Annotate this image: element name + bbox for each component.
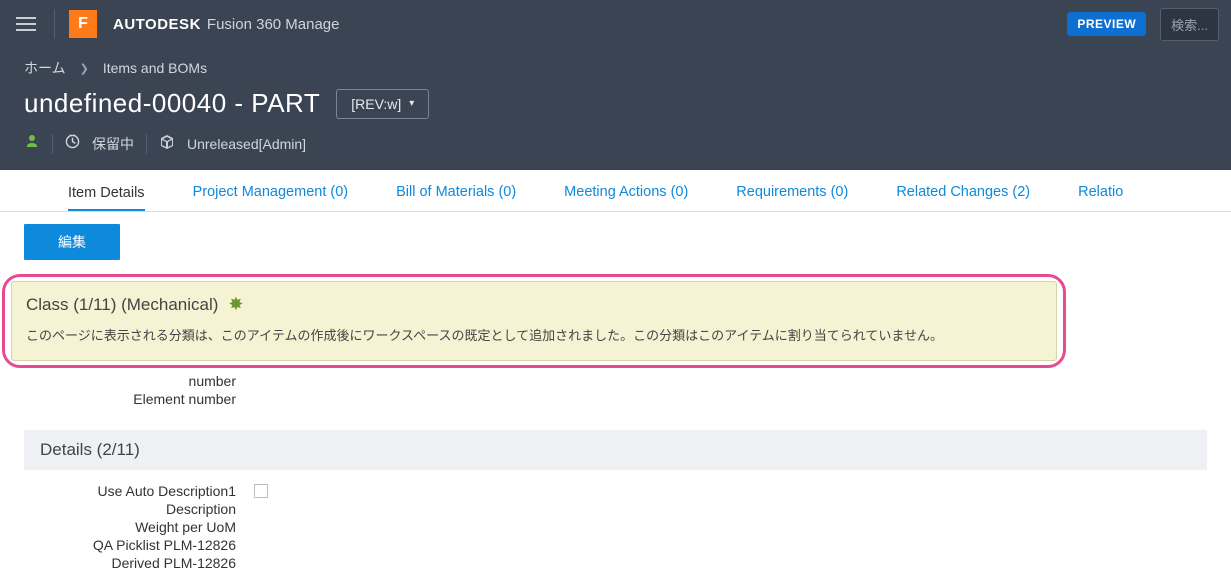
hamburger-menu-button[interactable] (12, 11, 40, 37)
revision-dropdown[interactable]: [REV:w] ▾ (336, 89, 429, 119)
brand-product: Fusion 360 Manage (207, 16, 340, 33)
tab-project-management[interactable]: Project Management (0) (193, 174, 349, 211)
class-section-panel: Class (1/11) (Mechanical) ✸ このページに表示される分… (11, 281, 1057, 361)
orphan-field-list: number Element number (24, 372, 1207, 408)
chevron-down-icon: ▾ (409, 98, 414, 109)
field-row: Use Auto Description1 (24, 482, 1207, 500)
field-label-number: number (24, 373, 244, 389)
divider (146, 134, 147, 154)
class-section-title: Class (1/11) (Mechanical) (26, 295, 218, 315)
details-section-header: Details (2/11) (24, 430, 1207, 470)
chevron-right-icon: ❯ (80, 62, 89, 75)
tab-requirements[interactable]: Requirements (0) (736, 174, 848, 211)
user-status-icon (24, 133, 40, 154)
field-label-use-auto-desc: Use Auto Description1 (24, 483, 244, 499)
tab-bill-of-materials[interactable]: Bill of Materials (0) (396, 174, 516, 211)
field-label-qa-picklist: QA Picklist PLM-12826 (24, 537, 244, 553)
edit-button[interactable]: 編集 (24, 224, 120, 260)
tab-item-details[interactable]: Item Details (68, 175, 145, 212)
package-icon (159, 134, 175, 154)
pending-label: 保留中 (92, 134, 134, 154)
fusion-logo-icon: F (69, 10, 97, 38)
divider (54, 9, 55, 39)
revision-label: [REV:w] (351, 96, 401, 112)
divider (52, 134, 53, 154)
field-row: Derived PLM-12826 (24, 554, 1207, 572)
tab-relationships[interactable]: Relatio (1078, 174, 1123, 211)
brand-label: AUTODESK Fusion 360 Manage (113, 16, 340, 33)
class-section-message: このページに表示される分類は、このアイテムの作成後にワークスペースの既定として追… (26, 325, 1042, 344)
tab-meeting-actions[interactable]: Meeting Actions (0) (564, 174, 688, 211)
subheader: ホーム ❯ Items and BOMs undefined-00040 - P… (0, 48, 1231, 170)
topbar: F AUTODESK Fusion 360 Manage PREVIEW 検索.… (0, 0, 1231, 48)
breadcrumb: ホーム ❯ Items and BOMs (24, 58, 1207, 78)
field-row: Description (24, 500, 1207, 518)
field-row: number (24, 372, 1207, 390)
field-row: Weight per UoM (24, 518, 1207, 536)
brand-strong: AUTODESK (113, 16, 201, 33)
details-field-list: Use Auto Description1 Description Weight… (24, 482, 1207, 572)
field-row: Element number (24, 390, 1207, 408)
page-title: undefined-00040 - PART (24, 88, 320, 119)
clock-icon (65, 134, 80, 153)
class-callout-highlight: Class (1/11) (Mechanical) ✸ このページに表示される分… (2, 274, 1066, 368)
field-label-derived: Derived PLM-12826 (24, 555, 244, 571)
field-label-description: Description (24, 501, 244, 517)
preview-badge: PREVIEW (1067, 12, 1146, 36)
field-row: QA Picklist PLM-12826 (24, 536, 1207, 554)
tab-related-changes[interactable]: Related Changes (2) (896, 174, 1030, 211)
release-status: Unreleased[Admin] (187, 136, 306, 152)
breadcrumb-home[interactable]: ホーム (24, 58, 66, 78)
field-label-element-number: Element number (24, 391, 244, 407)
breadcrumb-section[interactable]: Items and BOMs (103, 60, 207, 76)
search-input[interactable]: 検索... (1160, 8, 1219, 41)
use-auto-desc-checkbox[interactable] (254, 484, 268, 498)
field-label-weight-per-uom: Weight per UoM (24, 519, 244, 535)
tab-bar: Item Details Project Management (0) Bill… (0, 170, 1231, 212)
content-area: 編集 Class (1/11) (Mechanical) ✸ このページに表示さ… (0, 212, 1231, 584)
new-burst-icon: ✸ (228, 294, 243, 315)
